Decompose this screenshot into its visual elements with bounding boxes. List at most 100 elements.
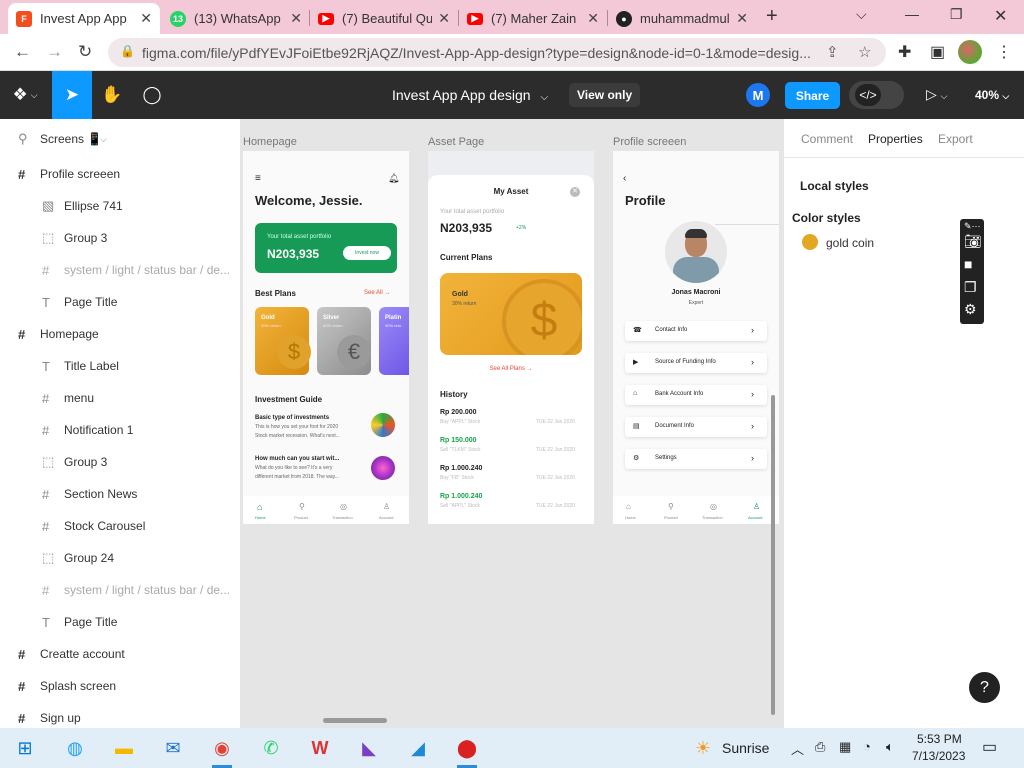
clock-date[interactable]: 7/13/2023 <box>912 749 965 763</box>
frame-label-profile[interactable]: Profile screeen <box>613 136 686 148</box>
chevron-right-icon: › <box>751 421 754 431</box>
wps-office-icon[interactable]: W <box>307 736 333 760</box>
layer-item[interactable]: # Section News <box>0 478 240 510</box>
clock-time[interactable]: 5:53 PM <box>917 732 962 746</box>
layer-item[interactable]: ⬚ Group 3 <box>0 222 240 254</box>
chevron-up-icon[interactable]: ︿ <box>791 739 804 758</box>
volume-icon[interactable]: 🔈︎ <box>886 739 894 755</box>
homepage-frame[interactable]: ≡ 🔔︎ Welcome, Jessie. Your total asset p… <box>243 151 409 524</box>
help-button[interactable]: ? <box>969 672 1000 703</box>
tab-comment[interactable]: Comment <box>801 132 853 146</box>
close-window-icon[interactable]: ✕ <box>994 6 1007 26</box>
share-button[interactable]: Share <box>785 82 840 109</box>
frame-label-homepage[interactable]: Homepage <box>243 136 297 148</box>
close-tab-icon[interactable]: ✕ <box>140 10 152 27</box>
search-icon[interactable]: ⚲ <box>18 131 28 147</box>
profile-avatar[interactable] <box>958 40 982 64</box>
present-play-icon[interactable]: ▷ ⌵ <box>926 86 947 103</box>
gold-coin-swatch[interactable] <box>802 234 818 250</box>
layer-item[interactable]: ⬚ Group 24 <box>0 542 240 574</box>
gold-coin-style-name[interactable]: gold coin <box>826 236 874 250</box>
layer-type-icon: # <box>42 518 50 534</box>
recorder-icon[interactable]: ⬤ <box>454 736 480 760</box>
move-tool-icon[interactable]: ➤ <box>52 71 92 119</box>
visual-studio-icon[interactable]: ◣ <box>356 736 382 760</box>
weather-sun-icon[interactable]: ☀ <box>690 736 716 760</box>
asset-page-frame[interactable]: My Asset ✕ Your total asset portfolio N2… <box>428 151 594 524</box>
layer-item[interactable]: # system / light / status bar / de... <box>0 254 240 286</box>
close-tab-icon[interactable]: ✕ <box>736 10 748 27</box>
layer-item[interactable]: ⬚ Group 3 <box>0 446 240 478</box>
tab-invest-app[interactable]: F Invest App App ✕ <box>8 3 160 34</box>
file-title[interactable]: Invest App App design ⌵ <box>392 87 548 103</box>
layer-item[interactable]: # Profile screeen <box>0 158 240 190</box>
layer-item[interactable]: # Notification 1 <box>0 414 240 446</box>
horizontal-scrollbar[interactable] <box>323 718 387 723</box>
vscode-icon[interactable]: ◢ <box>405 736 431 760</box>
layer-item[interactable]: T Page Title <box>0 286 240 318</box>
vertical-scrollbar[interactable] <box>771 395 775 715</box>
tab-search-icon[interactable]: ⌵ <box>856 6 867 23</box>
layer-item[interactable]: ▧ Ellipse 741 <box>0 190 240 222</box>
notifications-icon[interactable]: ▭ <box>982 737 997 757</box>
side-panel-icon[interactable]: ▣ <box>930 42 945 62</box>
layer-type-icon: # <box>42 422 50 438</box>
figma-menu-icon[interactable]: ❖ ⌵ <box>6 71 44 119</box>
account-tab-icon: ♙ <box>383 502 391 511</box>
wifi-icon[interactable]: ◔ <box>863 739 871 754</box>
tab-youtube-2[interactable]: ▶ (7) Maher Zain ✕ <box>459 3 607 34</box>
user-avatar[interactable]: M <box>746 83 770 107</box>
omnibox[interactable]: 🔒 figma.com/file/yPdfYEvJFoiEtbe92RjAQZ/… <box>108 38 886 67</box>
history-desc: Buy "FB" Stock <box>440 475 474 481</box>
whatsapp-icon[interactable]: ✆ <box>258 736 284 760</box>
zoom-level[interactable]: 40% ⌵ <box>975 88 1009 102</box>
url-text[interactable]: figma.com/file/yPdfYEvJFoiEtbe92RjAQZ/In… <box>142 45 822 61</box>
close-tab-icon[interactable]: ✕ <box>587 10 599 27</box>
layer-item[interactable]: # Stock Carousel <box>0 510 240 542</box>
layer-item[interactable]: # Splash screen <box>0 670 240 702</box>
comment-tool-icon[interactable]: ◯ <box>132 71 172 119</box>
layer-item[interactable]: T Page Title <box>0 606 240 638</box>
screen-capture-widget[interactable]: ✎⋯ 📷︎ ■ ❐ ⚙ <box>960 219 984 324</box>
edge-icon[interactable]: ◍ <box>62 736 88 760</box>
tab-properties[interactable]: Properties <box>868 132 923 146</box>
dev-mode-toggle[interactable]: </> <box>849 81 904 109</box>
layer-label: Group 3 <box>64 231 108 245</box>
file-explorer-icon[interactable]: ▬ <box>111 736 137 760</box>
layer-item[interactable]: # system / light / status bar / de... <box>0 574 240 606</box>
pages-dropdown[interactable]: ⚲ Screens 📱 ⌵ <box>0 123 240 155</box>
restore-icon[interactable]: ❐ <box>950 6 963 23</box>
new-tab-button[interactable]: + <box>766 5 778 28</box>
windows-start-icon[interactable]: ⊞ <box>12 736 38 760</box>
layer-item[interactable]: # Creatte account <box>0 638 240 670</box>
reload-icon[interactable]: ↻ <box>78 42 92 62</box>
tab-export[interactable]: Export <box>938 132 973 146</box>
close-tab-icon[interactable]: ✕ <box>290 10 302 27</box>
frame-label-asset[interactable]: Asset Page <box>428 136 484 148</box>
close-tab-icon[interactable]: ✕ <box>438 10 450 27</box>
network-icon[interactable]: ⎙ <box>815 739 825 755</box>
profile-screen-frame[interactable]: ‹ Profile Jonas Macroni Expert ☎ Contact … <box>613 151 779 524</box>
layer-item[interactable]: # menu <box>0 382 240 414</box>
layer-item[interactable]: T Title Label <box>0 350 240 382</box>
back-icon[interactable]: ← <box>14 42 31 62</box>
menu-kebab-icon[interactable]: ⋮ <box>996 42 1012 62</box>
hand-tool-icon[interactable]: ✋ <box>92 71 132 119</box>
share-page-icon[interactable]: ⇪ <box>826 43 839 61</box>
layer-item[interactable]: # Homepage <box>0 318 240 350</box>
tab-whatsapp[interactable]: 13 (13) WhatsApp ✕ <box>162 3 310 34</box>
chevron-right-icon: › <box>751 325 754 335</box>
minimize-icon[interactable]: — <box>905 6 919 22</box>
weather-label[interactable]: Sunrise <box>722 740 769 756</box>
mail-icon[interactable]: ✉ <box>160 736 186 760</box>
forward-icon[interactable]: → <box>46 42 63 62</box>
chrome-icon[interactable]: ◉ <box>209 736 235 760</box>
layer-label: Profile screeen <box>40 167 121 181</box>
tab-github[interactable]: ● muhammadmul ✕ <box>608 3 756 34</box>
design-canvas[interactable]: Homepage Asset Page Profile screeen ≡ 🔔︎… <box>241 119 783 728</box>
view-only-badge[interactable]: View only <box>569 83 641 107</box>
task-manager-icon[interactable]: ▦ <box>839 739 851 755</box>
extensions-icon[interactable]: ✚ <box>898 42 911 62</box>
tab-youtube-1[interactable]: ▶ (7) Beautiful Qu ✕ <box>310 3 458 34</box>
bookmark-star-icon[interactable]: ☆ <box>858 43 871 61</box>
